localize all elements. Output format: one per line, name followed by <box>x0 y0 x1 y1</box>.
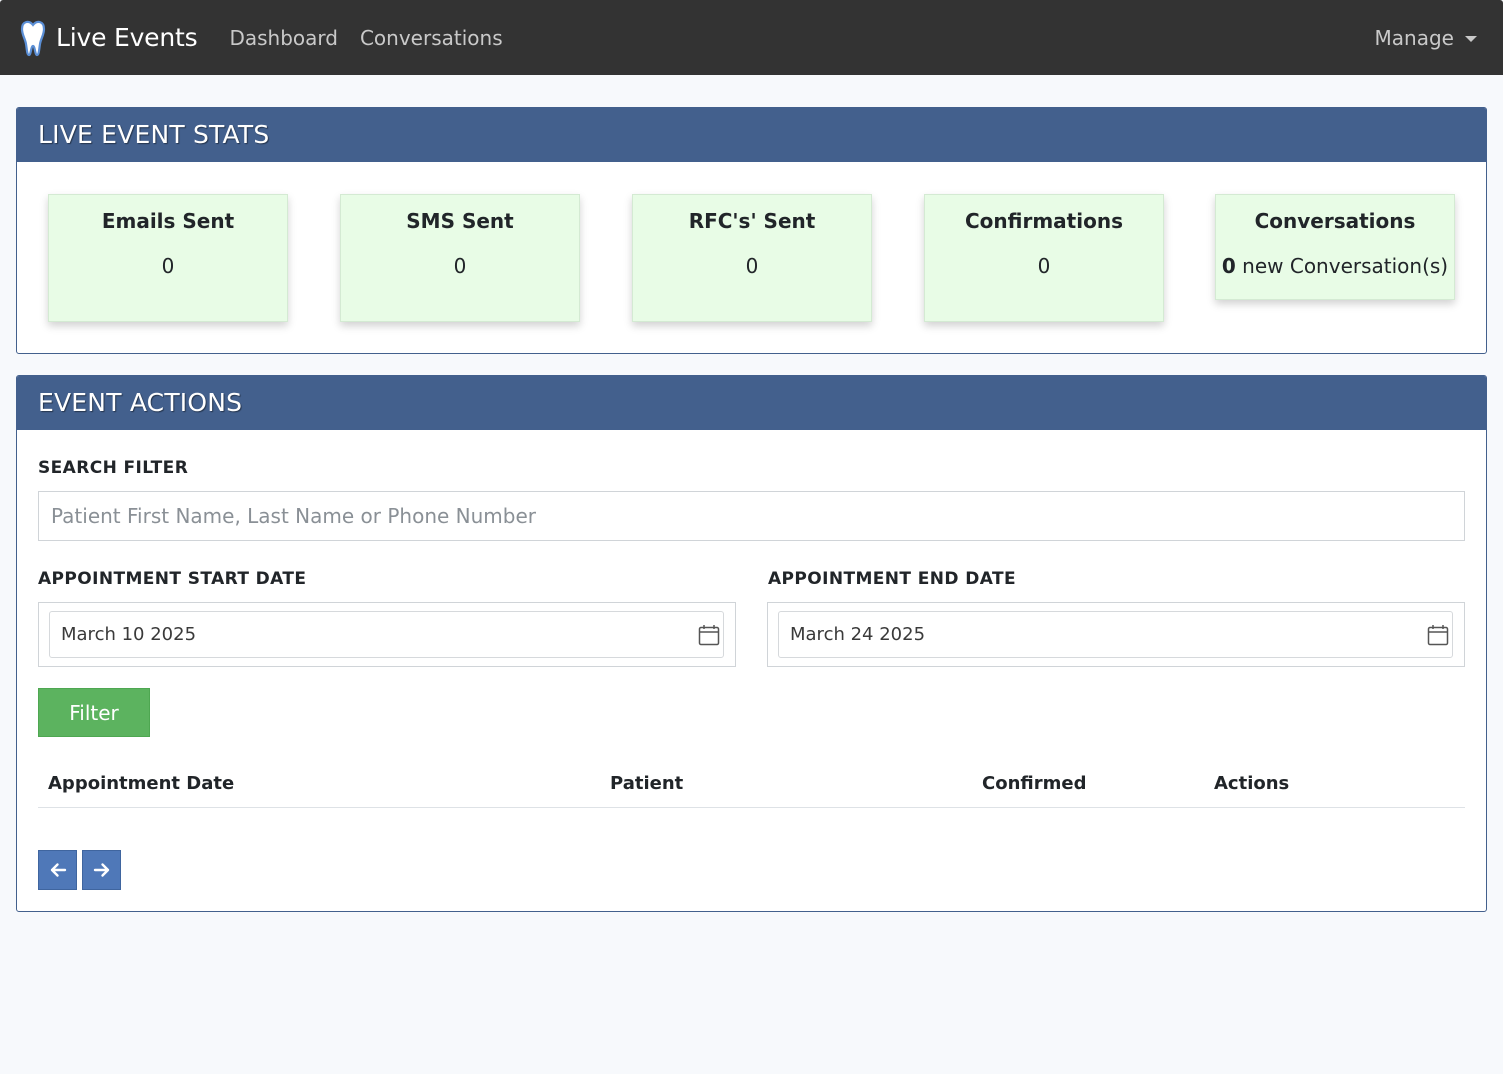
start-date-value: March 10 2025 <box>61 624 197 645</box>
nav-conversations[interactable]: Conversations <box>360 26 503 50</box>
brand[interactable]: Live Events <box>20 0 198 75</box>
search-filter-label: SEARCH FILTER <box>38 458 189 478</box>
column-header-patient[interactable]: Patient <box>610 773 683 794</box>
stats-panel: LIVE EVENT STATS Emails Sent 0 SMS Sent … <box>16 107 1487 354</box>
tooth-icon <box>20 20 46 56</box>
navbar: Live Events Dashboard Conversations Mana… <box>0 0 1503 75</box>
brand-title: Live Events <box>56 23 198 52</box>
table-header-divider <box>38 807 1465 808</box>
nav-dashboard[interactable]: Dashboard <box>229 26 338 50</box>
caret-down-icon <box>1465 35 1477 42</box>
manage-dropdown[interactable]: Manage <box>1375 0 1477 75</box>
stat-value: 0 <box>745 254 759 278</box>
stat-title: Confirmations <box>965 209 1123 233</box>
stat-card-rfcs: RFC's' Sent 0 <box>632 194 872 322</box>
new-conversations-suffix: new Conversation(s) <box>1235 254 1449 278</box>
column-header-confirmed[interactable]: Confirmed <box>982 773 1086 794</box>
stat-value: 0 <box>161 254 175 278</box>
stat-value: 0 <box>453 254 467 278</box>
stat-card-confirmations: Confirmations 0 <box>924 194 1164 322</box>
end-date-picker[interactable]: March 24 2025 <box>778 611 1453 658</box>
arrow-right-icon <box>93 863 109 877</box>
actions-panel: EVENT ACTIONS SEARCH FILTER APPOINTMENT … <box>16 375 1487 912</box>
end-date-value: March 24 2025 <box>790 624 926 645</box>
column-header-actions[interactable]: Actions <box>1214 773 1289 794</box>
column-header-appointment-date[interactable]: Appointment Date <box>48 773 234 794</box>
stats-panel-title: LIVE EVENT STATS <box>17 108 1486 162</box>
manage-label: Manage <box>1374 25 1454 50</box>
stat-card-emails: Emails Sent 0 <box>48 194 288 322</box>
stat-card-sms: SMS Sent 0 <box>340 194 580 322</box>
start-date-picker[interactable]: March 10 2025 <box>49 611 724 658</box>
stat-title: Conversations <box>1254 209 1416 233</box>
stat-title: RFC's' Sent <box>688 209 816 233</box>
filter-button[interactable]: Filter <box>38 688 150 737</box>
end-date-container: March 24 2025 <box>767 602 1465 667</box>
stat-title: SMS Sent <box>406 209 514 233</box>
start-date-container: March 10 2025 <box>38 602 736 667</box>
stat-value: 0 <box>1037 254 1051 278</box>
prev-page-button[interactable] <box>38 850 77 890</box>
stat-value: 0 new Conversation(s) <box>1216 254 1454 278</box>
start-date-label: APPOINTMENT START DATE <box>38 569 307 589</box>
stat-title: Emails Sent <box>101 209 235 233</box>
new-conversations-count: 0 <box>1221 254 1236 278</box>
actions-panel-title: EVENT ACTIONS <box>17 376 1486 430</box>
end-date-label: APPOINTMENT END DATE <box>768 569 1016 589</box>
calendar-icon[interactable] <box>698 624 720 646</box>
search-input[interactable] <box>38 491 1465 541</box>
stat-card-conversations: Conversations 0 new Conversation(s) <box>1215 194 1455 300</box>
arrow-left-icon <box>50 863 66 877</box>
calendar-icon[interactable] <box>1427 624 1449 646</box>
next-page-button[interactable] <box>82 850 121 890</box>
